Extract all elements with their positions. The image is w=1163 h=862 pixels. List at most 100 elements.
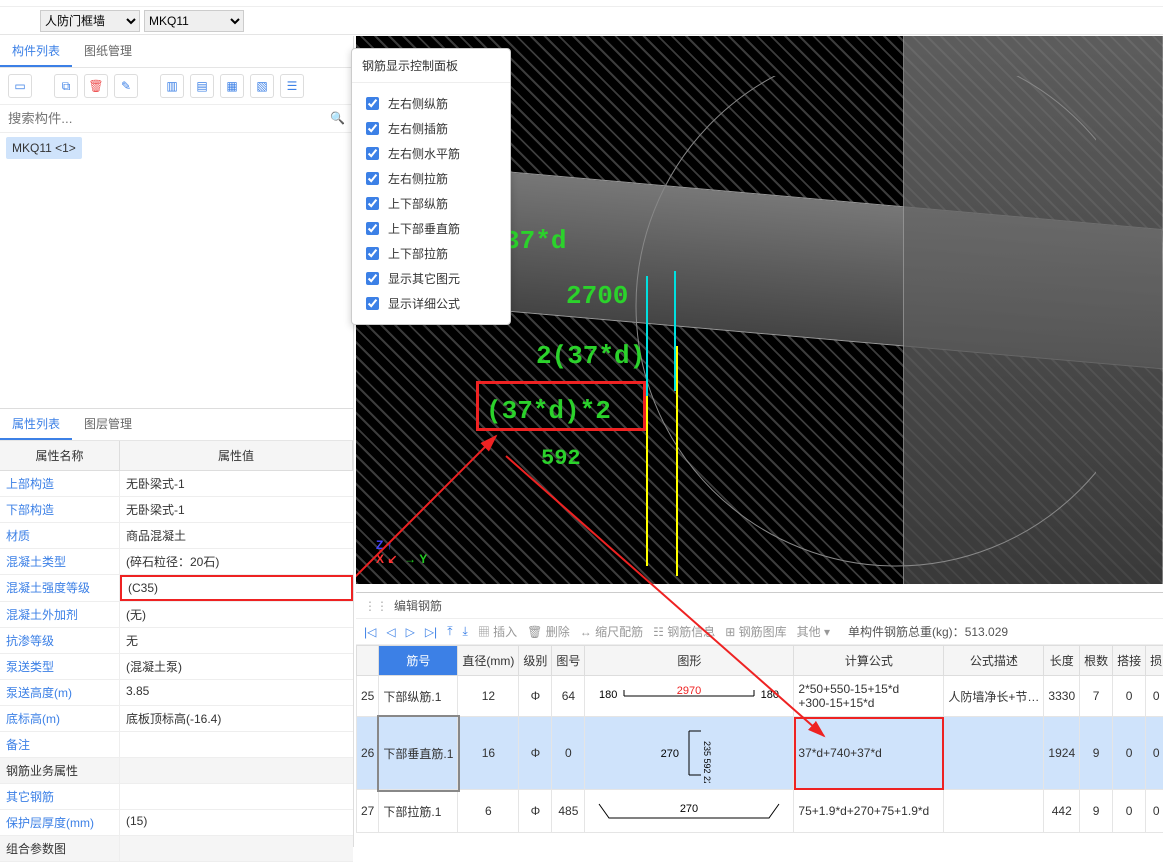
prop-row[interactable]: 混凝土类型(碎石粒径：20石) [0, 549, 353, 575]
first-icon[interactable]: |◁ [364, 625, 376, 639]
table-cell[interactable]: 64 [552, 676, 585, 717]
display-option[interactable]: 上下部拉筋 [362, 241, 500, 266]
prop-row[interactable]: 抗渗等级无 [0, 628, 353, 654]
prop-value[interactable]: (C35) [120, 575, 353, 601]
shape-cell[interactable]: 270 [585, 790, 794, 833]
info-button[interactable]: ☷ 钢筋信息 [653, 623, 715, 640]
table-header[interactable]: 根数 [1080, 646, 1113, 676]
table-cell[interactable]: Φ [519, 790, 552, 833]
display-checkbox[interactable] [366, 197, 379, 210]
table-cell[interactable]: Φ [519, 717, 552, 790]
component-name-select[interactable]: MKQ11 [144, 10, 244, 32]
display-checkbox[interactable] [366, 122, 379, 135]
prop-row[interactable]: 备注 [0, 732, 353, 758]
table-cell[interactable]: 27 [357, 790, 379, 833]
table-cell[interactable]: 0 [1113, 676, 1146, 717]
display-option[interactable]: 上下部纵筋 [362, 191, 500, 216]
prop-row[interactable]: 钢筋业务属性 [0, 758, 353, 784]
tab-property-list[interactable]: 属性列表 [0, 409, 72, 440]
display-option[interactable]: 左右侧水平筋 [362, 141, 500, 166]
other-button[interactable]: 其他 ▾ [797, 623, 830, 640]
last-icon[interactable]: ▷| [425, 625, 437, 639]
table-cell[interactable] [944, 717, 1044, 790]
scale-button[interactable]: ↔ 缩尺配筋 [580, 623, 643, 640]
table-row[interactable]: 25下部纵筋.112Φ6418029701802*50+550-15+15*d+… [357, 676, 1163, 717]
table-header[interactable]: 直径(mm) [458, 646, 519, 676]
display-option[interactable]: 左右侧纵筋 [362, 91, 500, 116]
table-row[interactable]: 27下部拉筋.16Φ48527075+1.9*d+270+75+1.9*d442… [357, 790, 1163, 833]
prop-row[interactable]: 泵送高度(m)3.85 [0, 680, 353, 706]
table-header[interactable]: 长度 [1044, 646, 1080, 676]
prop-value[interactable] [120, 836, 353, 861]
shape-cell[interactable]: 1802970180 [585, 676, 794, 717]
prop-value[interactable] [120, 784, 353, 809]
table-cell[interactable]: 0 [1146, 676, 1163, 717]
prev-icon[interactable]: ◁ [386, 625, 395, 639]
table-cell[interactable]: 37*d+740+37*d [794, 717, 944, 790]
table-cell[interactable]: 人防墙净长+节… [944, 676, 1044, 717]
table-cell[interactable]: 0 [1146, 790, 1163, 833]
prop-row[interactable]: 材质商品混凝土 [0, 523, 353, 549]
tool-icon-3[interactable]: ▦ [220, 74, 244, 98]
prop-value[interactable]: 无卧梁式-1 [120, 471, 353, 496]
table-cell[interactable]: 442 [1044, 790, 1080, 833]
insert-button[interactable]: ▦ 插入 [478, 623, 517, 640]
prop-value[interactable]: 商品混凝土 [120, 523, 353, 548]
table-cell[interactable]: 12 [458, 676, 519, 717]
table-cell[interactable]: 16 [458, 717, 519, 790]
table-cell[interactable]: 26 [357, 717, 379, 790]
table-header[interactable]: 搭接 [1113, 646, 1146, 676]
tab-component-list[interactable]: 构件列表 [0, 36, 72, 67]
rename-icon[interactable]: ✎ [114, 74, 138, 98]
display-checkbox[interactable] [366, 247, 379, 260]
import-icon[interactable]: ⤒ [447, 624, 452, 639]
tool-icon-4[interactable]: ▧ [250, 74, 274, 98]
tab-drawing-manage[interactable]: 图纸管理 [72, 36, 144, 67]
display-option[interactable]: 显示其它图元 [362, 266, 500, 291]
table-cell[interactable]: 485 [552, 790, 585, 833]
table-cell[interactable]: 0 [552, 717, 585, 790]
prop-value[interactable]: 3.85 [120, 680, 353, 705]
table-header[interactable]: 筋号 [379, 646, 458, 676]
prop-row[interactable]: 其它钢筋 [0, 784, 353, 810]
export-icon[interactable]: ⤓ [463, 624, 468, 639]
tool-icon-2[interactable]: ▤ [190, 74, 214, 98]
table-header[interactable]: 损 [1146, 646, 1163, 676]
tab-layer-manage[interactable]: 图层管理 [72, 409, 144, 440]
table-cell[interactable]: 6 [458, 790, 519, 833]
table-header[interactable] [357, 646, 379, 676]
table-cell[interactable]: 7 [1080, 676, 1113, 717]
table-cell[interactable]: 0 [1146, 717, 1163, 790]
copy-icon[interactable]: ⧉ [54, 74, 78, 98]
tool-icon-5[interactable]: ☰ [280, 74, 304, 98]
table-header[interactable]: 公式描述 [944, 646, 1044, 676]
display-checkbox[interactable] [366, 272, 379, 285]
shape-cell[interactable]: 270235 592 226. [585, 717, 794, 790]
table-row[interactable]: 26下部垂直筋.116Φ0270235 592 226.37*d+740+37*… [357, 717, 1163, 790]
display-option[interactable]: 左右侧拉筋 [362, 166, 500, 191]
display-checkbox[interactable] [366, 172, 379, 185]
prop-value[interactable]: 无 [120, 628, 353, 653]
table-cell[interactable]: 25 [357, 676, 379, 717]
display-checkbox[interactable] [366, 97, 379, 110]
table-cell[interactable]: 3330 [1044, 676, 1080, 717]
table-cell[interactable] [944, 790, 1044, 833]
search-icon[interactable]: 🔍 [330, 111, 345, 125]
table-cell[interactable]: Φ [519, 676, 552, 717]
next-icon[interactable]: ▷ [406, 625, 415, 639]
rebar-display-panel[interactable]: 钢筋显示控制面板 左右侧纵筋左右侧插筋左右侧水平筋左右侧拉筋上下部纵筋上下部垂直… [351, 48, 511, 325]
prop-row[interactable]: 组合参数图 [0, 836, 353, 862]
display-checkbox[interactable] [366, 297, 379, 310]
prop-value[interactable]: (无) [120, 602, 353, 627]
table-cell[interactable]: 75+1.9*d+270+75+1.9*d [794, 790, 944, 833]
prop-value[interactable] [120, 732, 353, 757]
display-checkbox[interactable] [366, 147, 379, 160]
table-cell[interactable]: 下部垂直筋.1 [379, 717, 458, 790]
table-header[interactable]: 级别 [519, 646, 552, 676]
table-cell[interactable]: 9 [1080, 717, 1113, 790]
display-option[interactable]: 左右侧插筋 [362, 116, 500, 141]
table-cell[interactable]: 0 [1113, 717, 1146, 790]
drag-handle-icon[interactable]: ⋮⋮ [364, 599, 388, 613]
table-header[interactable]: 图号 [552, 646, 585, 676]
prop-value[interactable]: (碎石粒径：20石) [120, 549, 353, 574]
